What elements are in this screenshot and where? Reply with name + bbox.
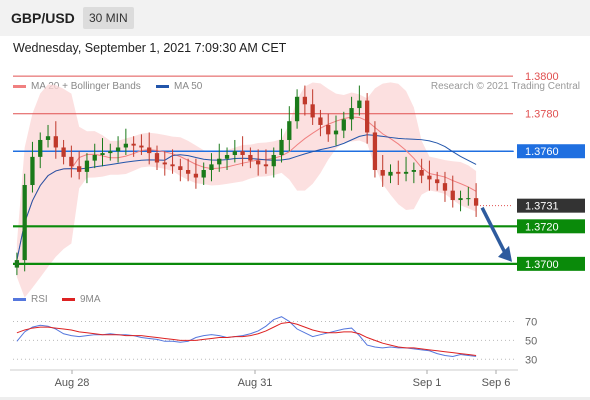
level-label-1.3700: 1.3700 — [525, 259, 559, 271]
candle-body — [326, 124, 331, 135]
candle-body — [30, 156, 35, 186]
candle-body — [256, 160, 261, 165]
candle-body — [435, 179, 440, 184]
candle-body — [271, 154, 276, 167]
candle-body — [77, 166, 82, 172]
candle-body — [450, 190, 455, 201]
candle-body — [100, 153, 105, 155]
candle-body — [365, 100, 370, 133]
candle-body — [357, 100, 362, 109]
candle-body — [396, 171, 401, 174]
bollinger-band — [16, 82, 477, 298]
candle-body — [473, 198, 479, 206]
candle-body — [45, 136, 51, 140]
candle-body — [69, 156, 74, 167]
candle-body — [224, 154, 230, 159]
candle-body — [154, 153, 160, 163]
candle-body — [380, 170, 385, 176]
level-label-1.3760: 1.3760 — [525, 146, 559, 158]
rsi-tick-70: 70 — [525, 316, 537, 328]
rsi-series-9ma — [16, 321, 477, 356]
candle-body — [123, 143, 128, 148]
candle-body — [341, 119, 346, 131]
candle-body — [263, 164, 269, 167]
candle-body — [442, 183, 448, 191]
candle-body — [185, 170, 191, 174]
candle-body — [115, 147, 121, 152]
candle-body — [310, 104, 315, 118]
candle-body — [139, 145, 144, 148]
candle-body — [427, 175, 432, 180]
candle-body — [403, 171, 409, 174]
candle-body — [240, 151, 245, 155]
candle-body — [388, 171, 393, 176]
candle-body — [38, 139, 43, 157]
candle-body — [22, 185, 27, 261]
rsi-tick-30: 30 — [525, 354, 537, 366]
candle-body — [178, 166, 183, 170]
candle-body — [458, 198, 463, 201]
candle-body — [302, 96, 308, 105]
forecast-arrow-shaft — [480, 206, 508, 256]
candle-body — [162, 162, 167, 165]
candle-body — [333, 130, 339, 135]
candle-body — [217, 158, 222, 165]
candle-body — [279, 139, 284, 155]
candle-body — [349, 108, 354, 120]
x-tick-label: Sep 6 — [482, 377, 511, 389]
candle-body — [131, 143, 136, 146]
candle-body — [170, 164, 175, 167]
level-label-1.3800: 1.3800 — [525, 71, 559, 83]
x-tick-label: Aug 31 — [238, 377, 273, 389]
candle-body — [232, 151, 237, 155]
candle-body — [201, 170, 206, 178]
candle-body — [61, 147, 66, 157]
level-label-1.3780: 1.3780 — [525, 109, 559, 121]
candle-body — [209, 164, 214, 170]
level-label-1.3720: 1.3720 — [525, 221, 559, 233]
price-chart: 1.3800 1.3780 1.3760 1.3731 1.3720 1.3700 70 50… — [10, 71, 585, 389]
candle-body — [84, 160, 90, 172]
forecast-arrow-head — [498, 245, 512, 262]
candle-body — [372, 132, 378, 170]
candle-body — [108, 151, 113, 154]
candle-body — [53, 136, 58, 148]
candle-body — [147, 147, 152, 154]
candle-body — [92, 154, 97, 161]
candle-body — [411, 170, 416, 172]
candle-body — [193, 173, 199, 178]
candle-body — [294, 96, 300, 122]
x-tick-label: Sep 1 — [413, 377, 442, 389]
level-label-1.3731: 1.3731 — [525, 201, 559, 213]
rsi-tick-50: 50 — [525, 335, 537, 347]
x-tick-label: Aug 28 — [55, 377, 90, 389]
candle-body — [287, 121, 292, 140]
candle-body — [419, 170, 424, 176]
candle-body — [466, 198, 471, 200]
candle-body — [14, 260, 20, 268]
candle-body — [248, 154, 253, 161]
candle-body — [318, 117, 323, 125]
